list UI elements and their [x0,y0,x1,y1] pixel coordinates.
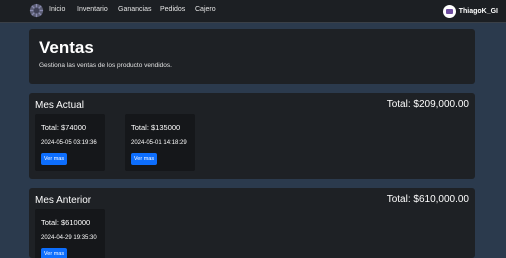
sale-date: 2024-04-29 19:35:30 [41,235,97,241]
page-title: Ventas [39,38,94,57]
sale-total: Total: $610000 [41,218,91,227]
section-mes-anterior: Mes Anterior Total: $610,000.00 Total: $… [29,188,475,258]
section-title: Mes Anterior [35,195,92,206]
sale-card: Total: $610000 2024-04-29 19:35:30 Ver m… [35,209,105,258]
user-avatar-icon[interactable] [442,4,456,18]
user-menu[interactable]: ThiagoK_GI [442,4,498,18]
page-subtitle: Gestiona las ventas de los producto vend… [39,62,172,69]
sale-total: Total: $135000 [131,123,181,132]
section-title: Mes Actual [35,100,84,111]
gear-logo-icon[interactable] [29,3,44,18]
nav-item-ganancias[interactable]: Ganancias [118,6,151,13]
ver-mas-button[interactable]: Ver mas [41,248,67,258]
sale-date: 2024-05-01 14:18:29 [131,140,187,146]
sale-card: Total: $135000 2024-05-01 14:18:29 Ver m… [125,114,195,171]
nav-item-inventario[interactable]: Inventario [77,6,108,13]
section-total: Total: $610,000.00 [386,194,469,205]
username[interactable]: ThiagoK_GI [459,8,498,15]
ver-mas-button[interactable]: Ver mas [41,153,67,165]
nav-item-cajero[interactable]: Cajero [195,6,216,13]
navbar: Inicio Inventario Ganancias Pedidos Caje… [0,0,506,23]
nav-item-inicio[interactable]: Inicio [49,6,65,13]
nav-item-pedidos[interactable]: Pedidos [160,6,185,13]
ver-mas-button[interactable]: Ver mas [131,153,157,165]
sale-card: Total: $74000 2024-05-05 03:19:36 Ver ma… [35,114,105,171]
section-mes-actual: Mes Actual Total: $209,000.00 Total: $74… [29,93,475,179]
sale-total: Total: $74000 [41,123,87,132]
section-total: Total: $209,000.00 [386,99,469,110]
header-card: Ventas Gestiona las ventas de los produc… [29,29,475,84]
sale-date: 2024-05-05 03:19:36 [41,140,97,146]
